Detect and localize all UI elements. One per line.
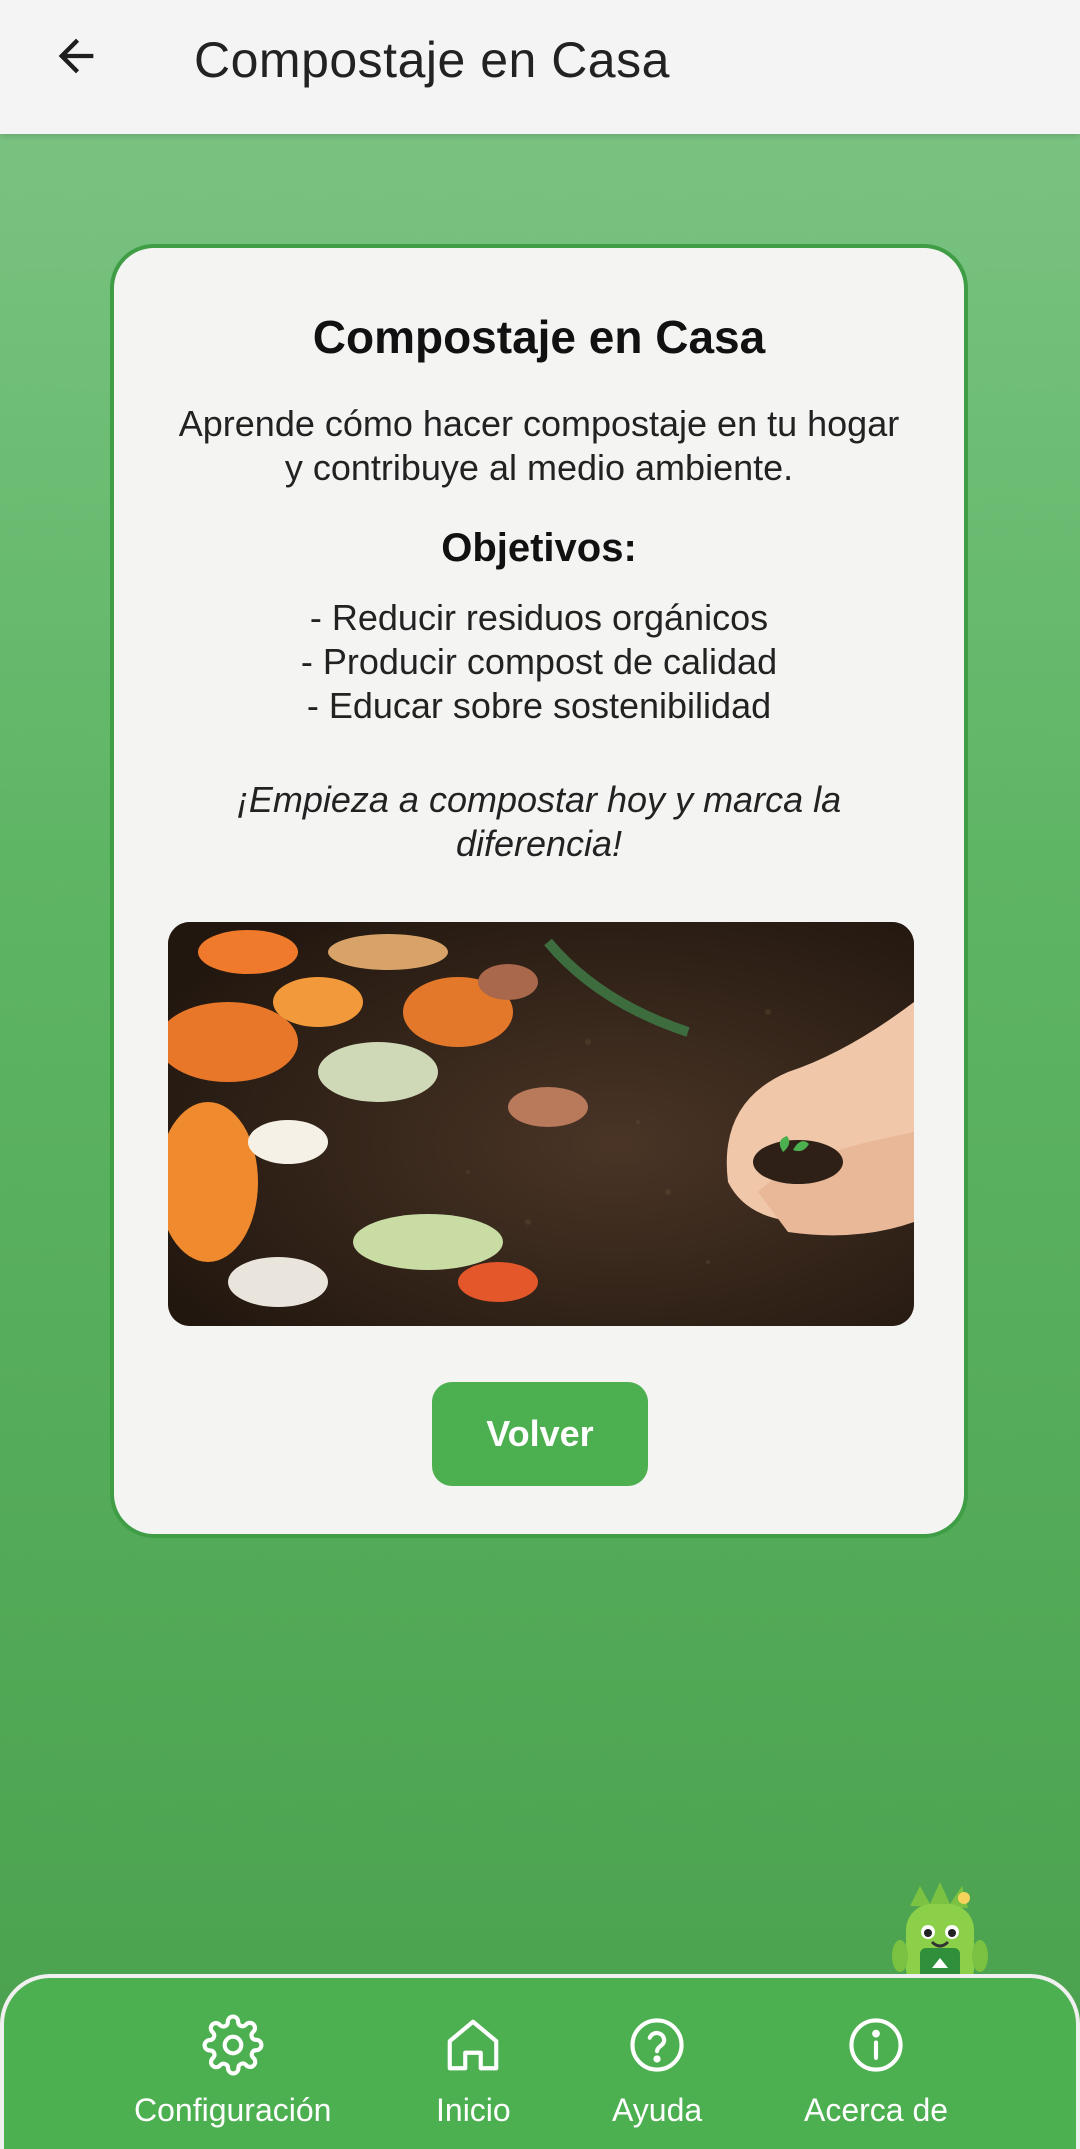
help-circle-icon <box>630 2018 684 2072</box>
info-circle-icon <box>849 2018 903 2072</box>
nav-label: Configuración <box>134 2092 332 2128</box>
objective-item: - Producir compost de calidad <box>300 641 778 682</box>
nav-label: Ayuda <box>612 2092 703 2128</box>
nav-label: Inicio <box>436 2092 511 2128</box>
compost-illustration <box>168 922 914 1326</box>
app-bar: Compostaje en Casa <box>0 0 1080 134</box>
app-bar-title: Compostaje en Casa <box>194 32 670 88</box>
gear-icon <box>202 2014 264 2076</box>
call-to-action-text: ¡Empieza a compostar hoy y marca la dife… <box>236 779 842 864</box>
home-icon <box>448 2019 499 2071</box>
info-card: Compostaje en Casa Aprende cómo hacer co… <box>110 244 968 1538</box>
card-intro-text: Aprende cómo hacer compostaje en tu hoga… <box>178 403 900 488</box>
objective-item: - Educar sobre sostenibilidad <box>306 685 772 726</box>
objectives-heading: Objetivos: <box>441 526 637 570</box>
bottom-navigation: Configuración Inicio Ayuda Acerca de <box>0 1974 1080 2149</box>
nav-item-acerca-de[interactable]: Acerca de <box>804 2014 948 2129</box>
compost-photo <box>168 922 914 1326</box>
nav-item-inicio[interactable]: Inicio <box>436 2014 511 2129</box>
nav-item-configuracion[interactable]: Configuración <box>134 2014 331 2129</box>
nav-label: Acerca de <box>804 2092 949 2128</box>
objective-item: - Reducir residuos orgánicos <box>309 597 769 638</box>
nav-item-ayuda[interactable]: Ayuda <box>612 2014 702 2129</box>
back-to-previous-button[interactable]: Volver <box>432 1382 648 1486</box>
card-title: Compostaje en Casa <box>312 311 766 363</box>
arrow-left-icon <box>58 38 94 74</box>
back-button[interactable] <box>40 20 112 92</box>
objectives-list: - Reducir residuos orgánicos - Producir … <box>114 596 964 728</box>
